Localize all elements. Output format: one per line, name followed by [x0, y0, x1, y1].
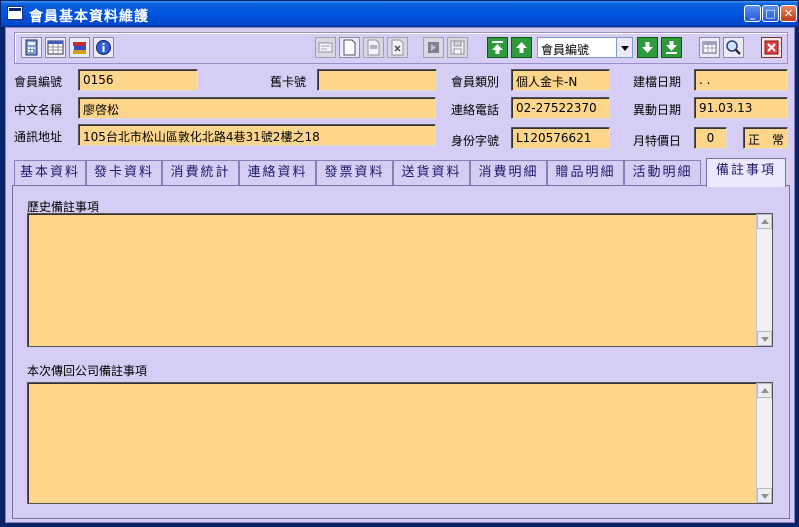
grid-icon[interactable]	[699, 37, 720, 58]
calendar-icon[interactable]	[45, 37, 66, 58]
scroll-down-icon[interactable]	[757, 331, 772, 346]
special-price-day-label: 月特價日	[633, 134, 682, 148]
member-no-label: 會員編號	[14, 75, 63, 89]
return-notes-scrollbar[interactable]	[756, 383, 772, 503]
scroll-up-icon[interactable]	[757, 383, 772, 398]
maximize-button[interactable]: □	[762, 5, 779, 22]
delete-document-icon[interactable]	[387, 37, 408, 58]
new-document-icon[interactable]	[339, 37, 360, 58]
tab-consumption-detail[interactable]: 消費明細	[470, 160, 547, 186]
tab-card-issue[interactable]: 發卡資料	[86, 160, 162, 186]
client-area: 會員編號 會員編號 0156 舊卡號 會員類別 個人金卡-N 建檔日期 . . …	[5, 27, 795, 523]
toolbar: 會員編號	[14, 32, 788, 64]
window-title: 會員基本資料維護	[29, 9, 149, 25]
app-window: 會員基本資料維護 _ □ ✕ 會員編號 會員編號 0156 舊卡號 會員類別 個…	[0, 0, 799, 527]
previous-record-icon[interactable]	[511, 37, 532, 58]
next-record-icon[interactable]	[637, 37, 658, 58]
last-record-icon[interactable]	[661, 37, 682, 58]
tab-contact-info[interactable]: 連絡資料	[239, 160, 316, 186]
card-icon[interactable]	[315, 37, 336, 58]
old-card-field[interactable]	[317, 69, 437, 91]
member-no-field[interactable]: 0156	[78, 69, 198, 91]
sort-field-select[interactable]: 會員編號	[537, 37, 633, 58]
tab-strip: 基本資料 發卡資料 消費統計 連絡資料 發票資料 送貨資料 消費明細 贈品明細 …	[12, 158, 792, 187]
tab-notes[interactable]: 備註事項	[706, 158, 786, 187]
chevron-down-icon[interactable]	[616, 38, 632, 57]
tab-basic-info[interactable]: 基本資料	[14, 160, 86, 186]
chinese-name-field[interactable]: 廖啓松	[78, 97, 436, 119]
tab-consumption-stats[interactable]: 消費統計	[162, 160, 239, 186]
changed-date-label: 異動日期	[633, 103, 682, 117]
undo-icon[interactable]	[423, 37, 444, 58]
close-icon[interactable]	[761, 37, 782, 58]
member-type-label: 會員類別	[451, 75, 500, 89]
minimize-button[interactable]: _	[744, 5, 761, 22]
address-field[interactable]: 105台北市松山區敦化北路4巷31號2樓之18	[78, 124, 436, 146]
close-window-button[interactable]: ✕	[780, 5, 797, 22]
tab-gift-detail[interactable]: 贈品明細	[547, 160, 624, 186]
save-icon[interactable]	[447, 37, 468, 58]
address-label: 通訊地址	[14, 130, 63, 144]
calculator-icon[interactable]	[21, 37, 42, 58]
search-icon[interactable]	[723, 37, 744, 58]
member-type-field[interactable]: 個人金卡-N	[511, 69, 610, 91]
created-date-label: 建檔日期	[633, 75, 682, 89]
tab-invoice-info[interactable]: 發票資料	[316, 160, 393, 186]
status-field: 正 常	[743, 127, 788, 149]
scroll-down-icon[interactable]	[757, 488, 772, 503]
return-notes-label: 本次傳回公司備註事項	[27, 364, 148, 378]
created-date-field[interactable]: . .	[694, 69, 788, 91]
special-price-day-field[interactable]: 0	[694, 127, 727, 149]
window-icon	[7, 6, 23, 20]
scroll-up-icon[interactable]	[757, 214, 772, 229]
phone-field[interactable]: 02-27522370	[511, 97, 610, 119]
old-card-label: 舊卡號	[270, 75, 307, 89]
history-notes-textarea[interactable]	[27, 213, 773, 347]
changed-date-field[interactable]: 91.03.13	[694, 97, 788, 119]
history-notes-scrollbar[interactable]	[756, 214, 772, 346]
open-document-icon[interactable]	[363, 37, 384, 58]
id-no-label: 身份字號	[451, 134, 500, 148]
tab-activity-detail[interactable]: 活動明細	[624, 160, 701, 186]
tab-delivery-info[interactable]: 送貨資料	[393, 160, 470, 186]
notes-panel: 歷史備註事項 本次傳回公司備註事項	[12, 185, 790, 519]
return-notes-textarea[interactable]	[27, 382, 773, 504]
info-icon[interactable]	[93, 37, 114, 58]
title-bar[interactable]: 會員基本資料維護 _ □ ✕	[1, 1, 798, 27]
books-icon[interactable]	[69, 37, 90, 58]
first-record-icon[interactable]	[487, 37, 508, 58]
sort-field-value: 會員編號	[541, 43, 590, 57]
phone-label: 連絡電話	[451, 103, 500, 117]
chinese-name-label: 中文名稱	[14, 103, 63, 117]
id-no-field[interactable]: L120576621	[511, 127, 610, 149]
